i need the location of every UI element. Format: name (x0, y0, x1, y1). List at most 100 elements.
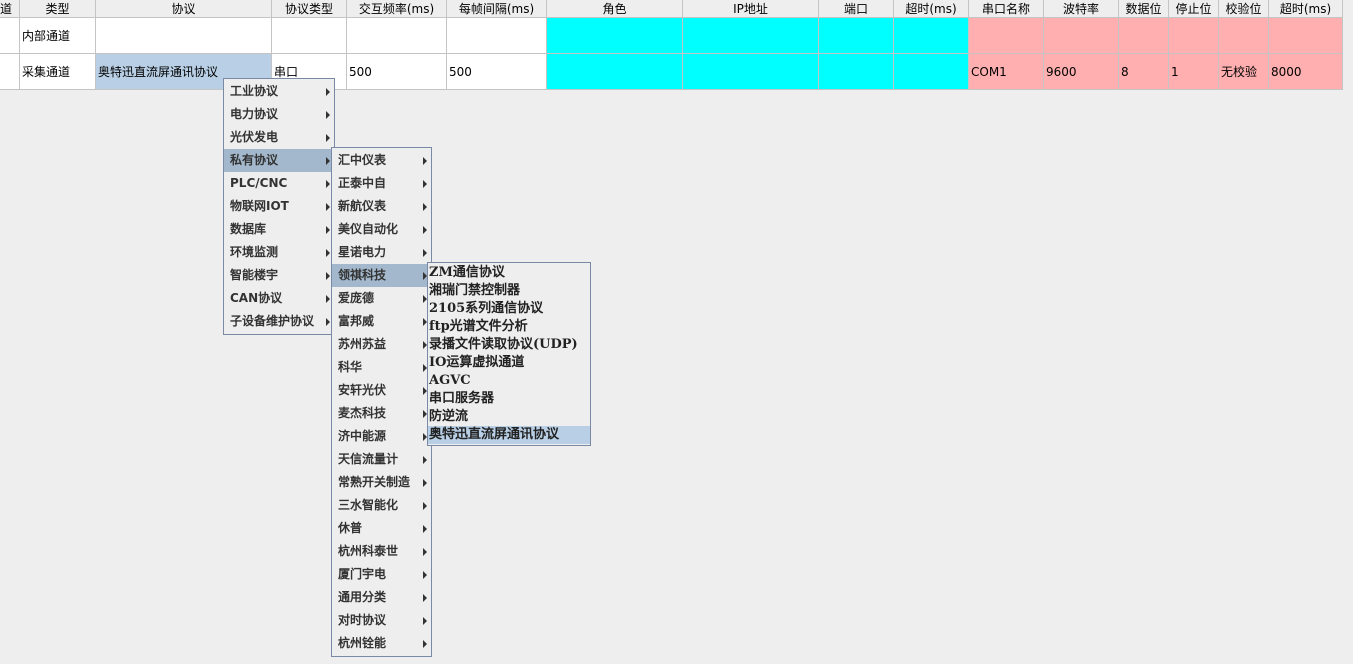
header-timeout-serial[interactable]: 超时(ms) (1269, 0, 1343, 18)
header-interaction-freq[interactable]: 交互频率(ms) (347, 0, 447, 18)
category-menu-item[interactable]: 环境监测 (224, 241, 334, 264)
vendor-menu-item[interactable]: 富邦威 (332, 310, 431, 333)
header-role[interactable]: 角色 (547, 0, 683, 18)
vendor-menu-item[interactable]: 汇中仪表 (332, 149, 431, 172)
table-cell[interactable]: COM1 (969, 54, 1044, 90)
table-cell[interactable] (272, 18, 347, 54)
table-cell[interactable] (447, 18, 547, 54)
header-serial-name[interactable]: 串口名称 (969, 0, 1044, 18)
header-timeout-net[interactable]: 超时(ms) (894, 0, 969, 18)
vendor-menu-item[interactable]: 苏州苏益 (332, 333, 431, 356)
table-cell[interactable]: 无校验 (1219, 54, 1269, 90)
header-protocol[interactable]: 协议 (96, 0, 272, 18)
vendor-menu-item[interactable]: 常熟开关制造 (332, 471, 431, 494)
vendor-menu-item-label: 厦门宇电 (338, 567, 387, 581)
table-cell[interactable] (0, 54, 20, 90)
protocol-menu-item[interactable]: ZM通信协议 (428, 264, 590, 282)
header-baud-rate[interactable]: 波特率 (1044, 0, 1119, 18)
protocol-menu-item[interactable]: IO运算虚拟通道 (428, 354, 590, 372)
vendor-menu-item[interactable]: 领祺科技 (332, 264, 431, 287)
vendor-menu-item[interactable]: 爱庞德 (332, 287, 431, 310)
vendor-menu-item[interactable]: 美仪自动化 (332, 218, 431, 241)
table-cell[interactable] (1119, 18, 1169, 54)
table-cell[interactable]: 8000 (1269, 54, 1343, 90)
header-data-bits[interactable]: 数据位 (1119, 0, 1169, 18)
table-cell[interactable] (894, 54, 969, 90)
vendor-menu-item[interactable]: 杭州铨能 (332, 632, 431, 655)
table-cell[interactable] (969, 18, 1044, 54)
category-menu-item[interactable]: 子设备维护协议 (224, 310, 334, 333)
header-stop-bits[interactable]: 停止位 (1169, 0, 1219, 18)
vendor-menu-item[interactable]: 三水智能化 (332, 494, 431, 517)
table-cell[interactable] (894, 18, 969, 54)
vendor-menu-item[interactable]: 安轩光伏 (332, 379, 431, 402)
category-menu-item[interactable]: 光伏发电 (224, 126, 334, 149)
vendor-menu-item[interactable]: 通用分类 (332, 586, 431, 609)
category-menu-item[interactable]: CAN协议 (224, 287, 334, 310)
table-cell[interactable] (1269, 18, 1343, 54)
table-cell[interactable] (819, 18, 894, 54)
table-cell[interactable] (1219, 18, 1269, 54)
table-cell[interactable] (96, 18, 272, 54)
header-frame-interval[interactable]: 每帧间隔(ms) (447, 0, 547, 18)
submenu-arrow-icon (423, 249, 427, 257)
vendor-menu-item[interactable]: 星诺电力 (332, 241, 431, 264)
header-parity[interactable]: 校验位 (1219, 0, 1269, 18)
protocol-menu-item[interactable]: 湘瑞门禁控制器 (428, 282, 590, 300)
header-ip-address[interactable]: IP地址 (683, 0, 819, 18)
vendor-menu-item[interactable]: 天信流量计 (332, 448, 431, 471)
protocol-menu-item[interactable]: 串口服务器 (428, 390, 590, 408)
table-cell[interactable]: 500 (347, 54, 447, 90)
header-channel[interactable]: 道 (0, 0, 20, 18)
vendor-menu-item[interactable]: 对时协议 (332, 609, 431, 632)
submenu-arrow-icon (326, 111, 330, 119)
table-cell[interactable] (1044, 18, 1119, 54)
table-cell[interactable]: 500 (447, 54, 547, 90)
protocol-menu-item[interactable]: 奥特迅直流屏通讯协议 (428, 426, 590, 444)
table-cell[interactable] (547, 18, 683, 54)
submenu-arrow-icon (423, 157, 427, 165)
table-cell[interactable] (1169, 18, 1219, 54)
table-cell[interactable] (819, 54, 894, 90)
table-cell[interactable]: 内部通道 (20, 18, 96, 54)
table-cell[interactable]: 9600 (1044, 54, 1119, 90)
vendor-menu-item-label: 安轩光伏 (338, 383, 387, 397)
table-cell[interactable] (683, 54, 819, 90)
table-cell[interactable] (683, 18, 819, 54)
header-port[interactable]: 端口 (819, 0, 894, 18)
vendor-menu-item[interactable]: 新航仪表 (332, 195, 431, 218)
category-menu-item[interactable]: 物联网IOT (224, 195, 334, 218)
category-menu-item[interactable]: 电力协议 (224, 103, 334, 126)
category-menu-item[interactable]: 工业协议 (224, 80, 334, 103)
vendor-menu-item[interactable]: 济中能源 (332, 425, 431, 448)
protocol-menu-item[interactable]: AGVC (428, 372, 590, 390)
protocol-menu-item-label: ZM通信协议 (429, 265, 505, 280)
vendor-menu-item[interactable]: 休普 (332, 517, 431, 540)
vendor-menu-item-label: 新航仪表 (338, 199, 387, 213)
table-cell[interactable] (547, 54, 683, 90)
vendor-menu-item[interactable]: 正泰中自 (332, 172, 431, 195)
category-menu-item[interactable]: 智能楼宇 (224, 264, 334, 287)
category-menu-item[interactable]: 数据库 (224, 218, 334, 241)
vendor-menu-item[interactable]: 杭州科泰世 (332, 540, 431, 563)
vendor-menu-item[interactable]: 厦门宇电 (332, 563, 431, 586)
private-protocol-vendor-menu: 汇中仪表 正泰中自新航仪表美仪自动化 星诺电力 领祺科技 爱庞德 富邦威苏州苏益科华安轩光… (331, 147, 432, 657)
table-cell[interactable]: 8 (1119, 54, 1169, 90)
vendor-menu-item[interactable]: 科华 (332, 356, 431, 379)
table-cell[interactable]: 采集通道 (20, 54, 96, 90)
protocol-menu-item[interactable]: ftp光谱文件分析 (428, 318, 590, 336)
vendor-menu-item[interactable]: 麦杰科技 (332, 402, 431, 425)
category-menu-item[interactable]: 私有协议 (224, 149, 334, 172)
protocol-menu-item[interactable]: 录播文件读取协议(UDP) (428, 336, 590, 354)
header-type[interactable]: 类型 (20, 0, 96, 18)
protocol-menu-item[interactable]: 2105系列通信协议 (428, 300, 590, 318)
submenu-arrow-icon (423, 180, 427, 188)
table-cell[interactable]: 1 (1169, 54, 1219, 90)
header-protocol-type[interactable]: 协议类型 (272, 0, 347, 18)
category-menu-item[interactable]: PLC/CNC (224, 172, 334, 195)
table-cell[interactable] (0, 18, 20, 54)
vendor-menu-item-label: 苏州苏益 (338, 337, 387, 351)
submenu-arrow-icon (326, 318, 330, 326)
protocol-menu-item[interactable]: 防逆流 (428, 408, 590, 426)
table-cell[interactable] (347, 18, 447, 54)
